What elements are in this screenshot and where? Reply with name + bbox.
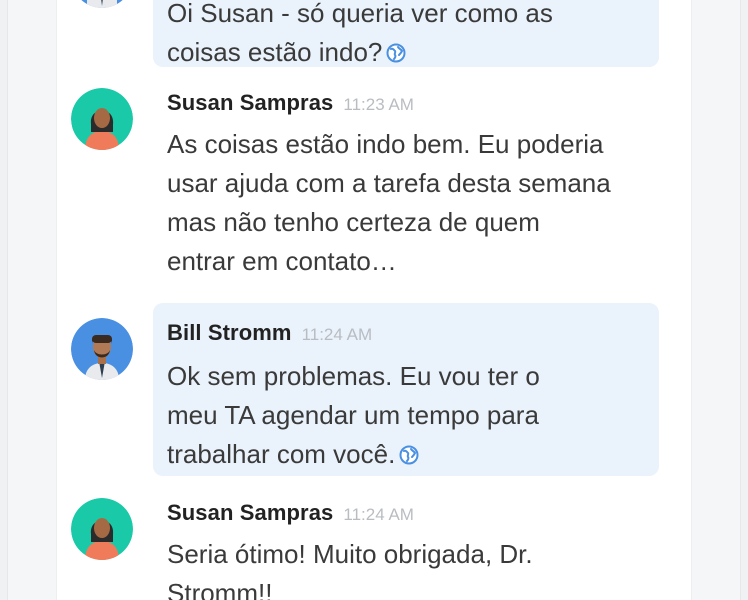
timestamp: 11:24 AM: [343, 505, 414, 524]
avatar-susan[interactable]: [71, 498, 133, 560]
message-line: As coisas estão indo bem. Eu poderia: [167, 129, 604, 159]
right-edge: [740, 0, 748, 600]
message-line: Stromm!!: [167, 578, 273, 600]
left-edge: [0, 0, 8, 600]
message-header: Bill Stromm 11:24 AM: [167, 320, 372, 346]
chat-panel[interactable]: Oi Susan - só queria ver como as coisas …: [56, 0, 692, 600]
message-line: usar ajuda com a tarefa desta semana: [167, 168, 611, 198]
message-line: Ok sem problemas. Eu vou ter o: [167, 361, 540, 391]
avatar-bill[interactable]: [71, 0, 133, 8]
message-line: entrar em contato…: [167, 246, 397, 276]
author-name[interactable]: Susan Sampras: [167, 90, 333, 115]
message-body: As coisas estão indo bem. Eu poderia usa…: [167, 125, 649, 281]
avatar-susan[interactable]: [71, 88, 133, 150]
author-name[interactable]: Bill Stromm: [167, 320, 292, 345]
message-bubble: Bill Stromm 11:24 AM Ok sem problemas. Eu…: [153, 303, 659, 476]
globe-icon[interactable]: [386, 43, 406, 63]
timestamp: 11:23 AM: [343, 95, 414, 114]
message-line: Oi Susan - só queria ver como as: [167, 0, 553, 28]
message-line: trabalhar com você.: [167, 439, 396, 469]
message-line: coisas estão indo?: [167, 37, 383, 67]
message-item: Susan Sampras 11:24 AM Seria ótimo! Muito…: [153, 494, 659, 600]
message-body: Ok sem problemas. Eu vou ter o meu TA ag…: [167, 357, 649, 474]
message-item: Susan Sampras 11:23 AM As coisas estão in…: [153, 84, 659, 284]
message-line: mas não tenho certeza de quem: [167, 207, 540, 237]
globe-icon[interactable]: [399, 445, 419, 465]
message-body: Seria ótimo! Muito obrigada, Dr. Stromm!…: [167, 535, 649, 600]
message-header: Susan Sampras 11:23 AM: [167, 90, 414, 116]
timestamp: 11:24 AM: [301, 325, 373, 344]
message-line: meu TA agendar um tempo para: [167, 400, 539, 430]
message-bubble: Oi Susan - só queria ver como as coisas …: [153, 0, 659, 67]
author-name[interactable]: Susan Sampras: [167, 500, 333, 525]
message-body: Oi Susan - só queria ver como as coisas …: [167, 0, 649, 72]
avatar-bill[interactable]: [71, 318, 133, 380]
message-header: Susan Sampras 11:24 AM: [167, 500, 414, 526]
message-line: Seria ótimo! Muito obrigada, Dr.: [167, 539, 533, 569]
